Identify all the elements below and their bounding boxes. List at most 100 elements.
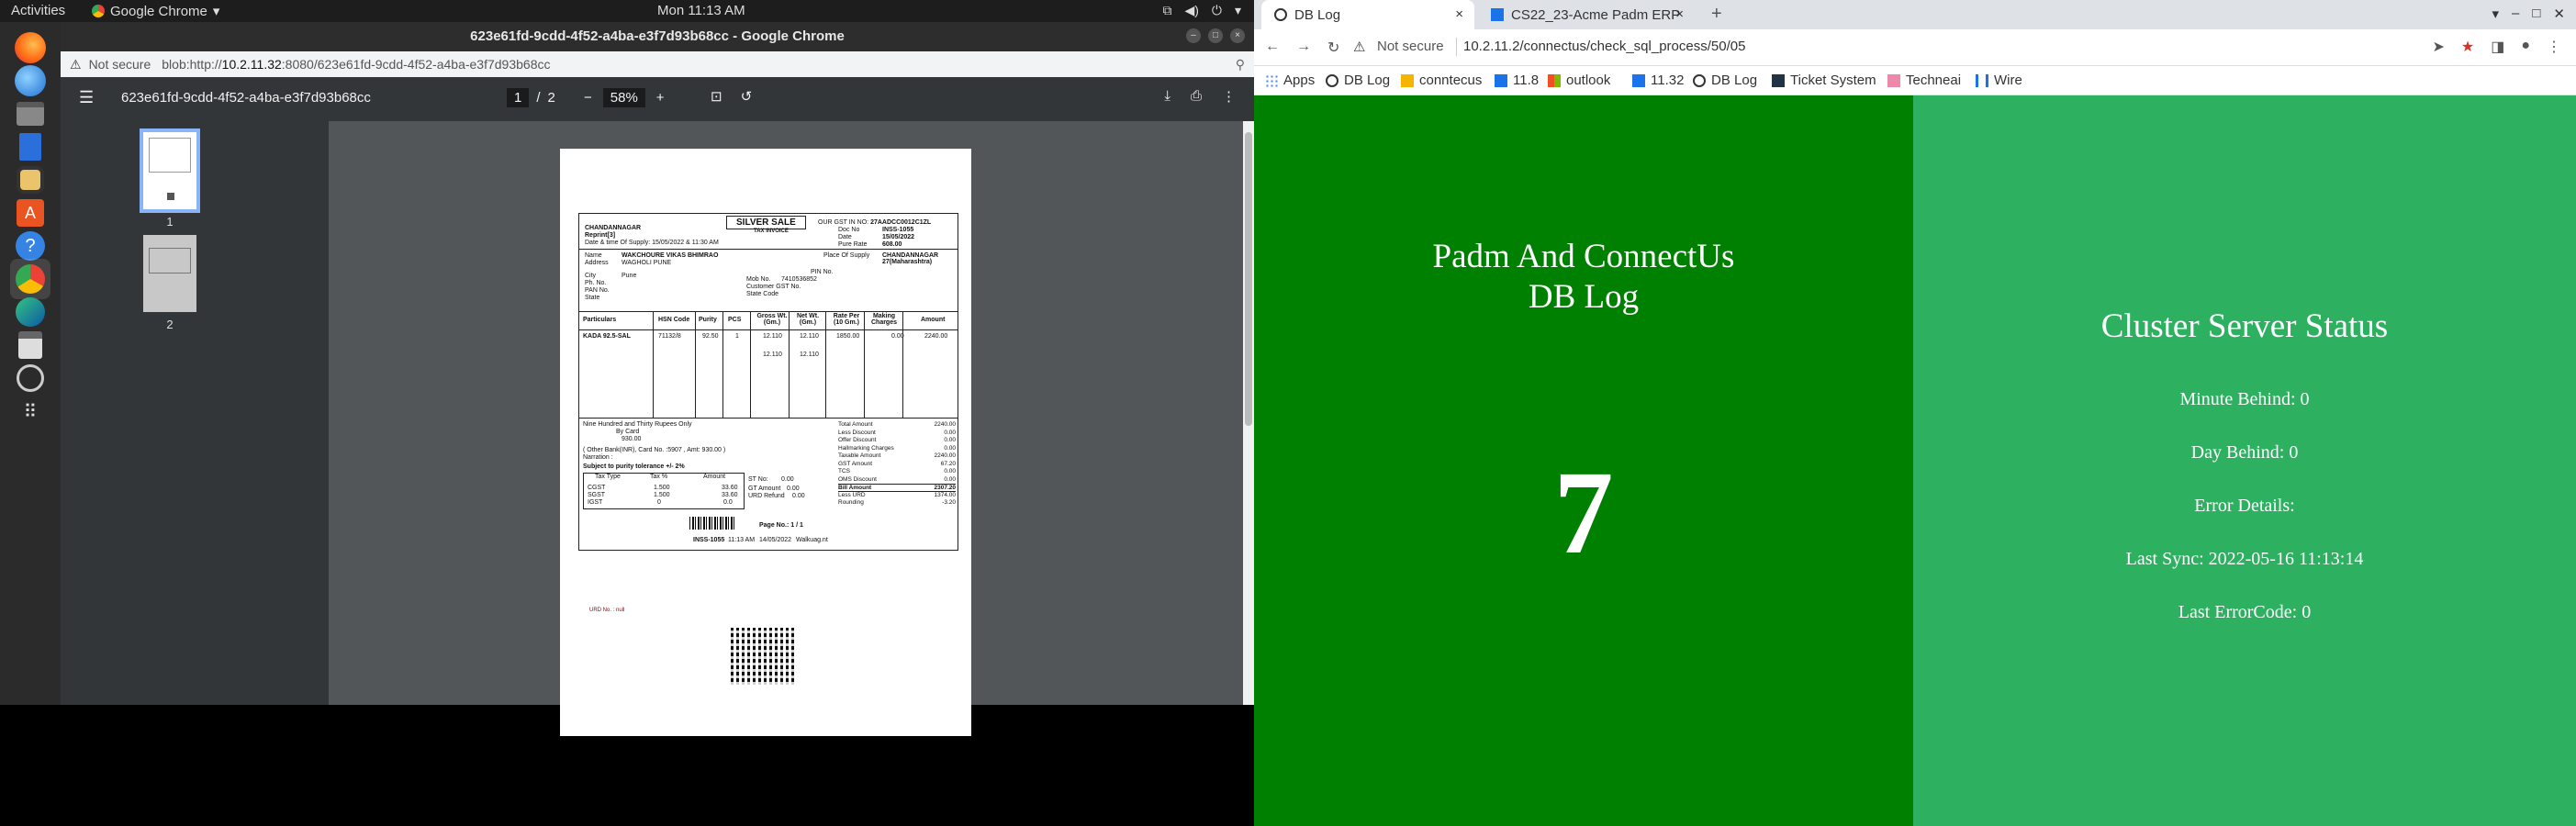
bookmark-label: Ticket System bbox=[1790, 73, 1876, 88]
bookmark-db-log-2[interactable]: DB Log bbox=[1693, 73, 1757, 88]
bookmark-db-log[interactable]: DB Log bbox=[1326, 73, 1390, 88]
col-particulars: Particulars bbox=[583, 317, 617, 323]
bookmark-label: DB Log bbox=[1344, 73, 1391, 88]
totals-label: Offer Discount bbox=[838, 437, 877, 443]
invoice: SILVER SALE TAX INVOICE OUR GST IN NO: 2… bbox=[578, 213, 958, 551]
zoom-icon[interactable]: ⚲ bbox=[1236, 57, 1245, 73]
back-icon[interactable]: ← bbox=[1265, 39, 1280, 57]
totals-value: 2307.20 bbox=[934, 485, 957, 491]
page-selector: 1 / 2 bbox=[507, 88, 555, 107]
address-label: Address bbox=[585, 260, 609, 266]
row-pcs: 1 bbox=[735, 333, 739, 340]
more-icon[interactable]: ⋮ bbox=[1222, 88, 1236, 105]
close-tab-icon[interactable]: × bbox=[1455, 6, 1463, 22]
divider bbox=[1456, 38, 1457, 56]
not-secure-label[interactable]: Not secure bbox=[1377, 39, 1444, 54]
pdf-viewer-window: 623e61fd-9cdd-4f52-a4ba-e3f7d93b68cc - G… bbox=[61, 22, 1254, 736]
system-tray[interactable]: ⧉ ◀) ⏻ ▾ bbox=[1162, 3, 1241, 18]
right-display: DB Log × CS22_23-Acme Padm ERP × + ▾ – □… bbox=[1254, 0, 2576, 826]
forward-icon[interactable]: → bbox=[1296, 39, 1311, 57]
bookmark-techneai[interactable]: Techneai bbox=[1887, 73, 1961, 88]
divider bbox=[864, 311, 865, 418]
tab-search-icon[interactable]: ▾ bbox=[2492, 6, 2499, 22]
menu-icon[interactable]: ☰ bbox=[79, 88, 94, 107]
scrollbar[interactable] bbox=[1243, 121, 1254, 705]
sidepanel-icon[interactable]: ◨ bbox=[2491, 38, 2504, 56]
bookmark-ticket-system[interactable]: Ticket System bbox=[1772, 73, 1876, 88]
zoom-in-button[interactable]: + bbox=[656, 90, 665, 106]
branch: CHANDANNAGAR bbox=[585, 225, 642, 231]
new-tab-button[interactable]: + bbox=[1711, 4, 1722, 25]
minimize-button[interactable]: – bbox=[2512, 6, 2519, 22]
other-bank: ( Other Bank(INR), Card No. :5907 , Amt:… bbox=[583, 447, 726, 453]
grid-icon bbox=[1632, 73, 1645, 87]
bookmark-11-32[interactable]: 11.32 bbox=[1632, 73, 1684, 88]
tax-igst: IGST bbox=[588, 499, 603, 506]
totals-label: GST Amount bbox=[838, 460, 873, 467]
totals-label: TCS bbox=[838, 468, 850, 474]
zoom-out-button[interactable]: − bbox=[584, 90, 592, 106]
print-icon[interactable]: ⎙ bbox=[1191, 88, 1202, 105]
row-purity: 92.50 bbox=[702, 333, 719, 340]
bookmark-apps[interactable]: Apps bbox=[1265, 73, 1315, 88]
close-tab-icon[interactable]: × bbox=[1675, 6, 1684, 22]
top-bar: Activities Google Chrome ▾ Mon 11:13 AM … bbox=[0, 0, 1254, 22]
bookmark-wire[interactable]: Wire bbox=[1976, 73, 2022, 88]
rotate-icon[interactable]: ↺ bbox=[741, 88, 753, 105]
thumbnail-page-1[interactable] bbox=[140, 128, 200, 213]
footer-date: 14/05/2022 bbox=[759, 537, 792, 543]
fit-page-icon[interactable]: ⊡ bbox=[711, 88, 722, 105]
bookmark-11-8[interactable]: 11.8 bbox=[1495, 73, 1539, 88]
url-text[interactable]: blob:http://10.2.11.32:8080/623e61fd-9cd… bbox=[162, 57, 550, 72]
thumbnail-page-2[interactable] bbox=[143, 235, 196, 312]
divider bbox=[579, 311, 958, 312]
date: 15/05/2022 bbox=[882, 234, 915, 240]
totals-label: OMS Discount bbox=[838, 475, 877, 483]
download-icon[interactable]: ⤓ bbox=[1164, 88, 1170, 105]
st-no-value: 0.00 bbox=[781, 476, 794, 483]
url-input[interactable]: 10.2.11.2/connectus/check_sql_process/50… bbox=[1463, 39, 1745, 54]
thumbnail-label-2: 2 bbox=[166, 318, 174, 331]
totals-label: Taxable Amount bbox=[838, 452, 881, 459]
bookmark-outlook[interactable]: outlook bbox=[1548, 73, 1610, 88]
share-icon[interactable]: ➤ bbox=[2432, 38, 2444, 56]
tab-db-log[interactable]: DB Log × bbox=[1261, 0, 1474, 29]
profile-icon[interactable]: ● bbox=[2521, 38, 2530, 56]
divider bbox=[722, 311, 723, 418]
minimize-button[interactable]: – bbox=[1186, 28, 1201, 43]
row-particulars: KADA 92.5-SAL bbox=[583, 333, 631, 340]
totals-block: Total Amount 2240.00 Less Discount 0.00 Offe… bbox=[838, 421, 956, 508]
urd-note: URD No. : null bbox=[589, 608, 625, 613]
star-icon[interactable]: ★ bbox=[2461, 38, 2474, 56]
app-menu[interactable]: Google Chrome ▾ bbox=[92, 3, 219, 19]
browser-window: DB Log × CS22_23-Acme Padm ERP × + ▾ – □… bbox=[1254, 0, 2576, 826]
qr-code-overlay bbox=[731, 628, 795, 685]
bookmark-conntecus[interactable]: conntecus bbox=[1401, 73, 1482, 88]
clock[interactable]: Mon 11:13 AM bbox=[657, 3, 745, 18]
address-bar[interactable]: ⚠ Not secure blob:http://10.2.11.32:8080… bbox=[61, 51, 1254, 77]
wire-icon bbox=[1976, 73, 1988, 87]
totals-label: Total Amount bbox=[838, 421, 873, 428]
scrollbar-thumb[interactable] bbox=[1245, 132, 1252, 426]
narration: Narration : bbox=[583, 454, 613, 461]
page-input[interactable]: 1 bbox=[507, 88, 530, 107]
close-button[interactable]: ✕ bbox=[2553, 6, 2565, 22]
process-count: 7 bbox=[1553, 447, 1614, 579]
show-apps-icon[interactable]: ⠿ bbox=[10, 391, 50, 431]
maximize-button[interactable]: □ bbox=[2532, 6, 2540, 22]
last-error-code: Last ErrorCode: 0 bbox=[2178, 602, 2312, 622]
more-icon[interactable]: ⋮ bbox=[2547, 38, 2561, 56]
zoom-input[interactable]: 58% bbox=[602, 88, 645, 107]
col-pcs: PCS bbox=[728, 317, 742, 323]
subtotal-gross: 12.110 bbox=[763, 352, 782, 358]
reload-icon[interactable]: ↻ bbox=[1327, 39, 1339, 57]
maximize-button[interactable]: □ bbox=[1208, 28, 1223, 43]
close-button[interactable]: × bbox=[1230, 28, 1245, 43]
date-label: Date bbox=[838, 234, 852, 240]
tab-erp[interactable]: CS22_23-Acme Padm ERP × bbox=[1478, 0, 1695, 29]
apps-icon bbox=[1265, 73, 1278, 87]
left-display: Activities Google Chrome ▾ Mon 11:13 AM … bbox=[0, 0, 1254, 736]
divider bbox=[579, 329, 958, 330]
activities-button[interactable]: Activities bbox=[11, 3, 65, 18]
outlook-icon bbox=[1548, 73, 1561, 87]
